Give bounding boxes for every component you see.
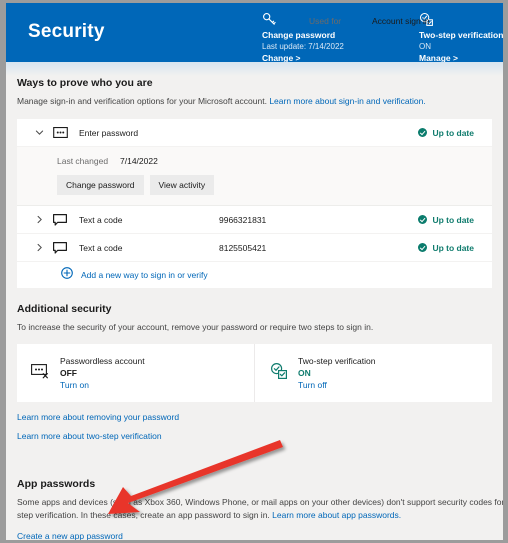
used-for-value: Account sign in (372, 16, 430, 26)
check-circle-icon (418, 243, 428, 252)
page-title: Security (28, 21, 105, 42)
app-passwords-description-link[interactable]: Learn more about app passwords. (272, 510, 401, 520)
page-frame: Security Change password Last update: 7/… (6, 3, 503, 540)
message-icon (53, 213, 79, 226)
link-create-new-app-password[interactable]: Create a new app password (17, 531, 492, 540)
header-tile-two-step-verification[interactable]: Two-step verification ON Manage > (419, 12, 503, 64)
status-badge: Up to date (418, 128, 474, 138)
view-activity-button[interactable]: View activity (149, 175, 215, 195)
additional-links: Learn more about removing your password … (17, 402, 492, 441)
method-value: 8125505421 (219, 242, 267, 253)
check-circle-icon (418, 128, 428, 137)
method-label: Enter password (79, 127, 139, 138)
header-tile-title: Change password (262, 30, 336, 40)
plus-circle-icon (61, 266, 73, 284)
link-learn-removing-password[interactable]: Learn more about removing your password (17, 412, 492, 422)
chevron-right-icon[interactable] (35, 243, 53, 252)
check-circle-icon (418, 215, 428, 224)
method-label: Text a code (79, 242, 123, 253)
add-sign-in-method-row[interactable]: Add a new way to sign in or verify (17, 262, 492, 288)
card-state: ON (298, 368, 311, 378)
add-sign-in-method-label: Add a new way to sign in or verify (81, 270, 208, 280)
method-row-text-a-code-2[interactable]: Text a code 8125505421 Up to date (17, 234, 492, 262)
enter-password-detail: Last changed 7/14/2022 Change password V… (17, 16, 492, 206)
used-for-label: Used for (309, 16, 342, 26)
status-badge: Up to date (418, 215, 474, 225)
card-action-link[interactable]: Turn off (298, 380, 375, 390)
card-two-step-verification[interactable]: Two-step verification ON Turn off (254, 344, 492, 402)
chevron-down-icon[interactable] (35, 128, 53, 137)
app-passwords-description-text: Some apps and devices (such as Xbox 360,… (17, 497, 503, 520)
app-passwords-heading: App passwords (17, 478, 96, 490)
app-passwords-section: App passwords Some apps and devices (suc… (6, 463, 503, 540)
sign-in-methods-list: Enter password Up to date Last changed 7… (17, 16, 492, 288)
method-value: 9966321831 (219, 214, 267, 225)
app-passwords-links: Create a new app password Remove existin… (17, 522, 492, 540)
card-passwordless-account[interactable]: Passwordless account OFF Turn on (17, 344, 254, 402)
chevron-right-icon[interactable] (35, 215, 53, 224)
method-row-enter-password[interactable]: Enter password Up to date (17, 119, 492, 147)
status-badge: Up to date (418, 243, 474, 253)
ways-description-text: Manage sign-in and verification options … (17, 96, 267, 106)
status-text: Up to date (432, 214, 474, 225)
header-tile-subtitle: Last update: 7/14/2022 (262, 42, 344, 51)
passwordless-icon (31, 363, 51, 384)
ways-to-prove-section: Ways to prove who you are Manage sign-in… (6, 16, 503, 288)
password-field-icon (53, 127, 79, 138)
page-header: Security Change password Last update: 7/… (6, 3, 503, 64)
link-learn-two-step-verification[interactable]: Learn more about two-step verification (17, 431, 492, 441)
header-tile-title: Two-step verification (419, 30, 503, 40)
two-step-verification-icon (419, 12, 503, 27)
card-state: OFF (60, 368, 77, 378)
status-text: Up to date (432, 127, 474, 138)
last-changed-label: Last changed (57, 156, 109, 166)
additional-heading: Additional security (17, 303, 112, 315)
method-row-text-a-code-1[interactable]: Text a code 9966321831 Up to date (17, 206, 492, 234)
additional-description: To increase the security of your account… (17, 322, 374, 332)
message-icon (53, 241, 79, 254)
additional-security-section: Additional security To increase the secu… (6, 288, 503, 441)
header-tile-subtitle: ON (419, 42, 431, 51)
change-password-button[interactable]: Change password (57, 175, 144, 195)
ways-description-link[interactable]: Learn more about sign-in and verificatio… (269, 96, 425, 106)
app-passwords-description: Some apps and devices (such as Xbox 360,… (17, 490, 503, 522)
card-title: Passwordless account (60, 356, 145, 366)
header-gradient (6, 62, 503, 76)
ways-description: Manage sign-in and verification options … (17, 89, 492, 108)
last-changed-value: 7/14/2022 (120, 156, 158, 166)
two-step-verification-icon (269, 362, 289, 385)
card-action-link[interactable]: Turn on (60, 380, 145, 390)
card-title: Two-step verification (298, 356, 376, 366)
method-label: Text a code (79, 214, 123, 225)
status-text: Up to date (432, 242, 474, 253)
additional-security-cards: Passwordless account OFF Turn on Two-ste… (17, 344, 492, 402)
